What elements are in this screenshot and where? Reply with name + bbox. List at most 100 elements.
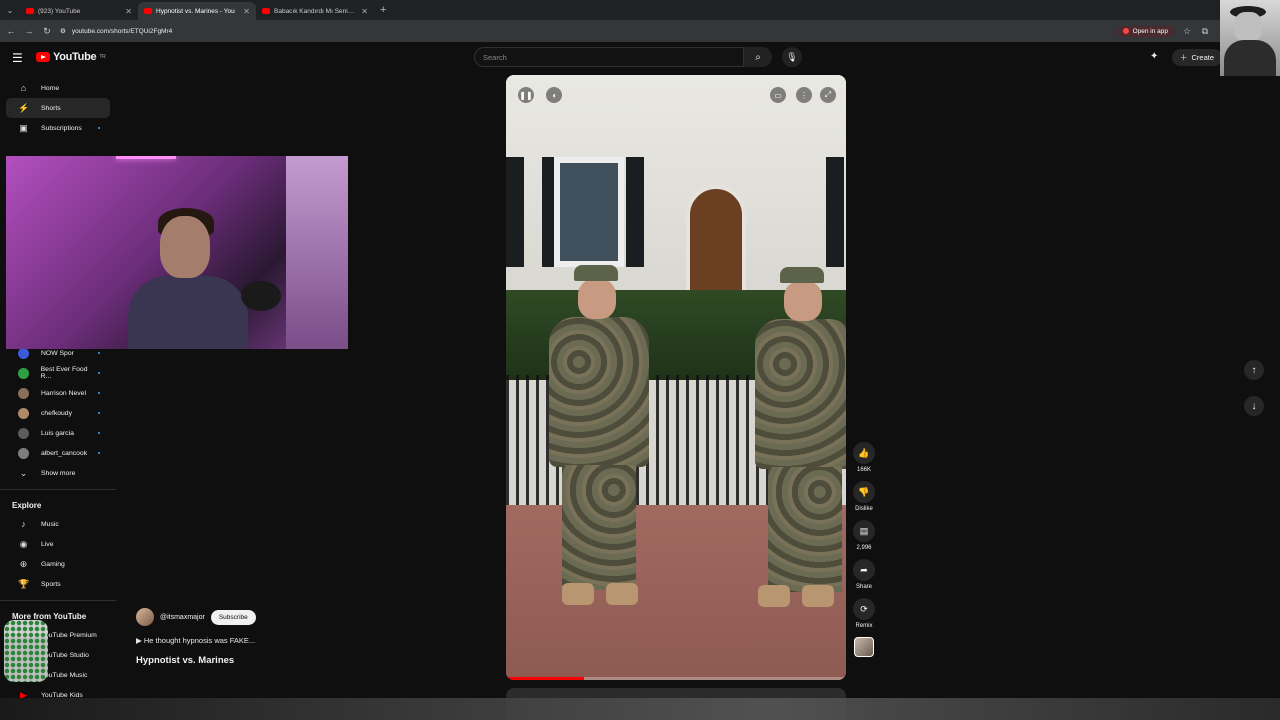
new-content-dot (98, 352, 100, 354)
portrait-body (1224, 40, 1276, 76)
extensions-icon[interactable]: ⧉ (1200, 26, 1210, 37)
trousers (768, 467, 842, 592)
music-icon: ♪ (21, 519, 26, 529)
video-progress-bar[interactable] (506, 677, 846, 680)
divider (0, 489, 116, 490)
sidebar-item-label: Luis garcia (41, 429, 74, 437)
create-button[interactable]: ＋ Create (1172, 49, 1223, 66)
close-tab-icon[interactable]: ✕ (361, 7, 368, 16)
browser-tab-1[interactable]: Hypnotist vs. Marines - You ✕ (138, 2, 256, 20)
face (784, 281, 822, 321)
sidebar-item-subscriptions[interactable]: ▣ Subscriptions (6, 118, 110, 138)
search-input[interactable]: Search (474, 47, 744, 67)
sidebar-item-label: YouTube Studio (41, 651, 89, 659)
sidebar-item-live[interactable]: ◉ Live (6, 534, 110, 554)
sidebar-item-subscription[interactable]: Harrison Nevel (6, 383, 110, 403)
avatar (18, 347, 29, 359)
previous-short-button[interactable]: ↑ (1244, 360, 1264, 380)
streamer (118, 196, 258, 349)
comment-count: 2,996 (856, 545, 872, 551)
site-info-icon[interactable]: ⚙ (60, 27, 66, 35)
share-icon[interactable]: ➦ (853, 559, 875, 581)
subscribe-button[interactable]: Subscribe (210, 609, 256, 625)
new-content-dot (98, 432, 100, 434)
sidebar-item-subscription[interactable]: chefkoudy (6, 403, 110, 423)
streamer-head (160, 216, 210, 278)
uniform (755, 319, 846, 469)
short-description[interactable]: ▶ He thought hypnosis was FAKE... (136, 636, 436, 645)
sidebar-item-label: Best Ever Food R... (40, 366, 88, 380)
show-more-button[interactable]: ⌄ Show more (6, 463, 110, 483)
sidebar-item-music[interactable]: ♪ Music (6, 514, 110, 534)
sidebar-item-home[interactable]: ⌂ Home (6, 78, 110, 98)
app-icon (1122, 28, 1129, 34)
forward-icon[interactable]: → (24, 26, 34, 36)
url-field[interactable]: ⚙ youtube.com/shorts/ETQUi2FgMr4 (60, 23, 1109, 39)
voice-search-icon[interactable]: 🎙 (782, 47, 802, 67)
like-icon[interactable]: 👍 (853, 442, 875, 464)
new-tab-button[interactable]: + (374, 4, 392, 16)
menu-icon[interactable]: ☰ (12, 51, 23, 65)
open-in-app-button[interactable]: Open in app (1116, 25, 1174, 37)
cap (780, 267, 824, 283)
more-options-icon[interactable]: ⋮ (796, 87, 812, 103)
sidebar-item-shorts[interactable]: ⚡ Shorts (6, 98, 110, 118)
youtube-logo[interactable]: YouTube TR (36, 51, 106, 63)
new-content-dot (98, 452, 100, 454)
avatar (18, 447, 29, 459)
bottle-overlay-image (4, 620, 48, 682)
sidebar-item-gaming[interactable]: ⊕ Gaming (6, 554, 110, 574)
url-text: youtube.com/shorts/ETQUi2FgMr4 (71, 27, 173, 35)
shorts-icon: ⚡ (18, 102, 30, 113)
next-short-button[interactable]: ↓ (1244, 396, 1264, 416)
short-title[interactable]: Hypnotist vs. Marines (136, 655, 436, 666)
gaming-icon: ⊕ (19, 558, 28, 569)
browser-tab-0[interactable]: (923) YouTube ✕ (20, 2, 138, 20)
short-info: @itsmaxmajor Subscribe ▶ He thought hypn… (136, 608, 436, 666)
explore-heading: Explore (12, 500, 42, 510)
home-icon: ⌂ (20, 83, 27, 93)
logo-country: TR (99, 54, 106, 60)
trousers (562, 465, 636, 590)
window-background (286, 156, 348, 349)
short-actions: 👍 166K 👎 Dislike ▤ 2,996 ➦ Share ⟳ Remix (852, 442, 876, 665)
sidebar-item-subscription[interactable]: Best Ever Food R... (6, 363, 110, 383)
comments-icon[interactable]: ▤ (853, 520, 875, 542)
new-content-dot (98, 412, 100, 414)
new-content-dot (98, 392, 100, 394)
bottom-overlay-strip (0, 698, 1280, 720)
sidebar-item-sports[interactable]: 🏆 Sports (6, 574, 110, 594)
browser-tab-2[interactable]: Babacık Kandırdı Mı Seni? - Yo ✕ (256, 2, 374, 20)
search-icon[interactable]: ⌕ (744, 47, 772, 67)
youtube-play-icon (36, 52, 50, 62)
audio-source-thumbnail[interactable] (854, 637, 874, 657)
dislike-icon[interactable]: 👎 (853, 481, 875, 503)
address-bar: ← → ↻ ⚙ youtube.com/shorts/ETQUi2FgMr4 O… (0, 20, 1280, 42)
channel-name[interactable]: @itsmaxmajor (160, 614, 205, 621)
tab-search-icon[interactable]: ⌄ (0, 0, 20, 20)
youtube-favicon-icon (262, 8, 270, 14)
captions-icon[interactable]: ▭ (770, 87, 786, 103)
pause-icon[interactable]: ❚❚ (518, 87, 534, 103)
close-tab-icon[interactable]: ✕ (125, 7, 132, 16)
chevron-down-icon: ⌄ (19, 467, 28, 478)
sidebar-item-label: YouTube Premium (41, 631, 97, 639)
bookmark-star-icon[interactable]: ☆ (1182, 26, 1192, 37)
channel-avatar[interactable] (136, 608, 154, 626)
youtube-header: ☰ YouTube TR Search ⌕ 🎙 ✦ ＋ Create (0, 42, 1280, 72)
portrait-face (1234, 12, 1262, 42)
reload-icon[interactable]: ↻ (42, 26, 52, 37)
boot (562, 583, 594, 605)
remix-icon[interactable]: ⟳ (853, 598, 875, 620)
back-icon[interactable]: ← (6, 26, 16, 36)
shorts-video-player[interactable]: ❚❚ ◖ ▭ ⋮ ⤢ (506, 75, 846, 680)
volume-icon[interactable]: ◖ (546, 87, 562, 103)
fullscreen-icon[interactable]: ⤢ (820, 87, 836, 103)
notifications-icon[interactable]: ✦ (1150, 51, 1158, 62)
sidebar-item-subscription[interactable]: Luis garcia (6, 423, 110, 443)
close-tab-icon[interactable]: ✕ (243, 7, 250, 16)
webcam-overlay-image (6, 156, 348, 349)
sidebar-item-subscription[interactable]: albert_cancook (6, 443, 110, 463)
streamer-body (128, 276, 248, 349)
divider (0, 600, 116, 601)
